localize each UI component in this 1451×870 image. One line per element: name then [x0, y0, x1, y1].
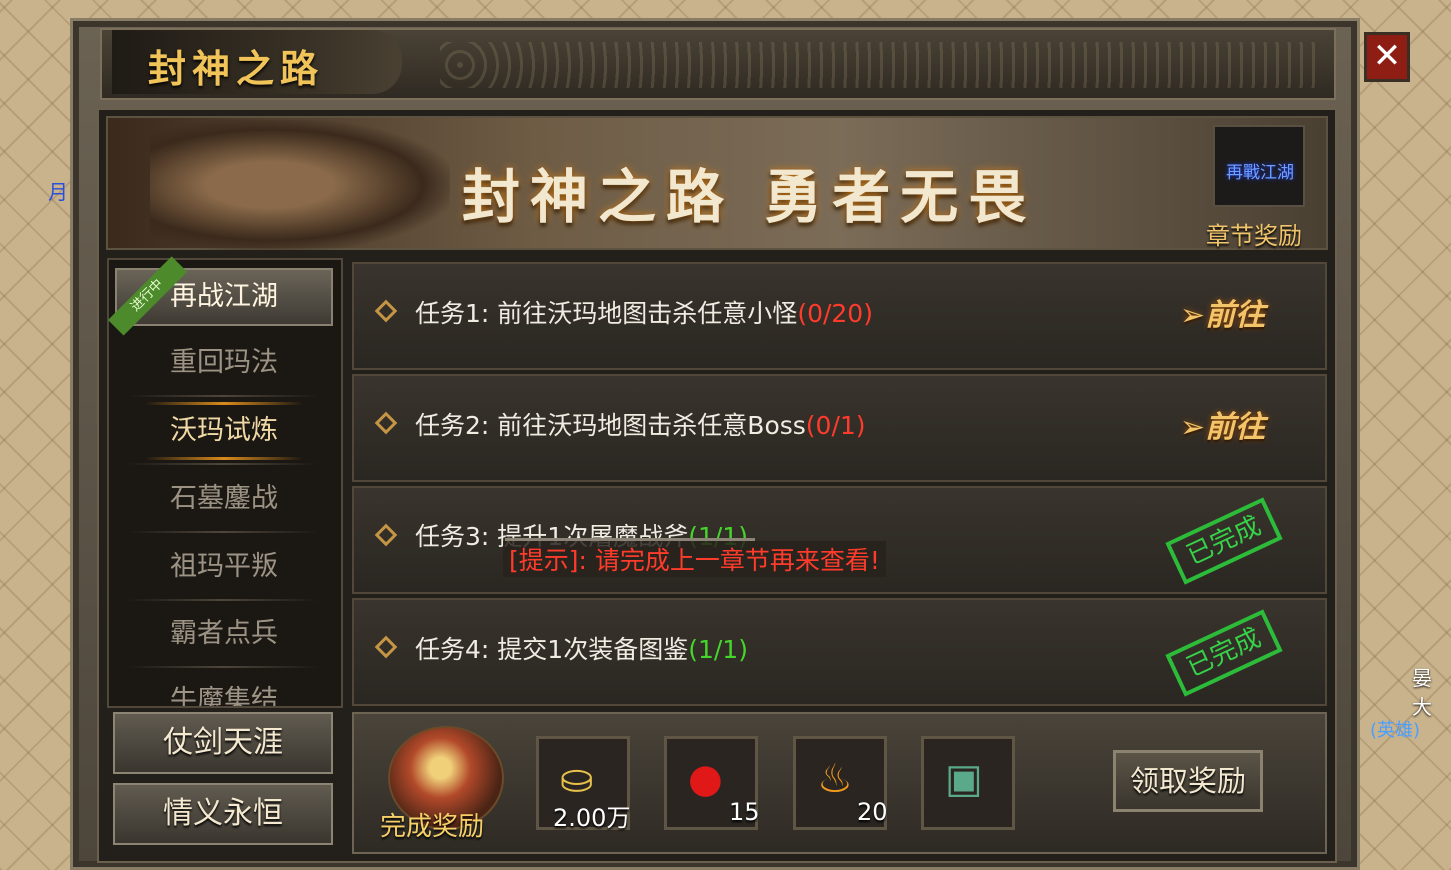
- chapter-item-active[interactable]: 沃玛试炼: [115, 402, 333, 460]
- banner-hero-art: [150, 120, 450, 250]
- chapter-item[interactable]: 石墓鏖战: [115, 470, 333, 528]
- task-progress: (0/1): [805, 411, 866, 440]
- chapter-item[interactable]: 重回玛法: [115, 334, 333, 392]
- task-prefix: 任务2:: [415, 411, 490, 440]
- close-button[interactable]: ✕: [1364, 32, 1410, 82]
- divider: [128, 531, 318, 533]
- chapter-item[interactable]: 牛魔集结: [115, 672, 333, 706]
- reward-qty: 2.00万: [553, 804, 631, 832]
- divider: [128, 599, 318, 601]
- task-progress: (1/1): [688, 635, 748, 664]
- divider: [128, 395, 318, 397]
- hero-tag: (英雄): [1370, 720, 1421, 741]
- claim-reward-button[interactable]: 领取奖励: [1113, 750, 1263, 812]
- title-ornament: [440, 42, 1320, 88]
- goto-button[interactable]: ➢前往: [1180, 402, 1265, 446]
- chapter-item[interactable]: 霸者点兵: [115, 605, 333, 663]
- sword-journey-button[interactable]: 仗剑天涯: [113, 712, 333, 774]
- gold-ingot-icon: ⛀: [560, 756, 594, 802]
- task-prefix: 任务3:: [415, 522, 490, 551]
- banner-slogan: 封神之路 勇者无畏: [462, 163, 1037, 231]
- treasure-chest-icon: ▣: [945, 756, 983, 802]
- window-title: 封神之路: [148, 46, 325, 91]
- chapter-reward-label[interactable]: 章节奖励: [1206, 216, 1302, 251]
- task-text: 任务1: 前往沃玛地图击杀任意小怪(0/20): [415, 294, 873, 330]
- chapter-item[interactable]: 祖玛平叛: [115, 538, 333, 596]
- task-desc: 前往沃玛地图击杀任意小怪: [497, 299, 798, 328]
- player-name: 晏大: [1412, 666, 1432, 719]
- chapter-item-clip: 牛魔集结: [115, 672, 333, 706]
- goto-label: 前往: [1205, 298, 1266, 333]
- task-text: 任务4: 提交1次装备图鉴(1/1): [415, 630, 748, 666]
- divider: [128, 463, 318, 465]
- reward-label: 完成奖励: [380, 812, 485, 842]
- flame-icon: ♨: [817, 756, 853, 802]
- chapter-icon-text: 再戰江湖: [1226, 163, 1294, 183]
- reward-qty: 20: [857, 798, 888, 826]
- red-fruit-icon: ●: [688, 756, 723, 802]
- goto-button[interactable]: ➢前往: [1180, 290, 1265, 334]
- task-desc: 前往沃玛地图击杀任意Boss: [497, 411, 806, 440]
- task-prefix: 任务1:: [415, 299, 490, 328]
- goto-label: 前往: [1205, 410, 1266, 445]
- task-prefix: 任务4:: [415, 635, 490, 664]
- arrow-right-icon: ➢: [1180, 410, 1206, 445]
- arrow-right-icon: ➢: [1180, 298, 1206, 333]
- task-text: 任务2: 前往沃玛地图击杀任意Boss(0/1): [415, 406, 866, 442]
- eternal-bond-button[interactable]: 情义永恒: [113, 783, 333, 845]
- map-label-left: 月: [48, 180, 68, 204]
- reward-qty: 15: [729, 798, 760, 826]
- hint-message: [提示]: 请完成上一章节再来查看!: [503, 541, 886, 577]
- task-desc: 提交1次装备图鉴: [497, 635, 689, 664]
- task-progress: (0/20): [797, 299, 873, 328]
- divider: [128, 666, 318, 668]
